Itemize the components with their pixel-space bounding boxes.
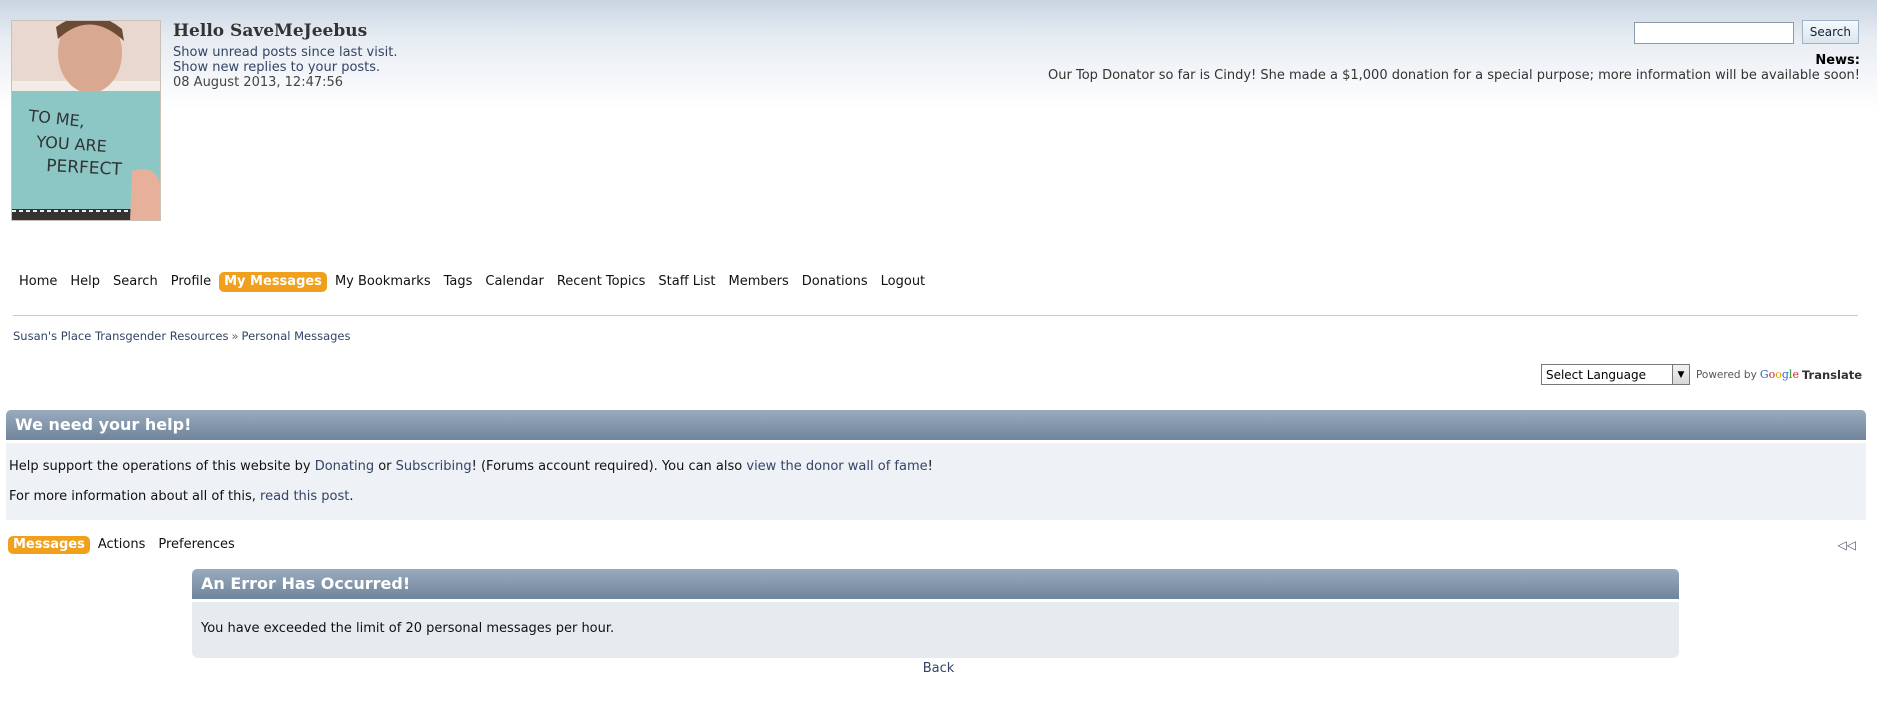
back-link[interactable]: Back: [923, 661, 955, 676]
menu-item-my-messages[interactable]: My Messages: [219, 272, 327, 292]
news-text: Our Top Donator so far is Cindy! She mad…: [1048, 68, 1860, 83]
breadcrumb-current[interactable]: Personal Messages: [242, 329, 351, 343]
pm-tabs: Messages Actions Preferences: [8, 536, 243, 554]
main-menu: Home Help Search Profile My Messages My …: [14, 272, 933, 292]
menu-item-logout[interactable]: Logout: [876, 272, 931, 292]
language-select-value: Select Language: [1545, 367, 1647, 382]
current-datetime: 08 August 2013, 12:47:56: [173, 75, 344, 90]
tab-preferences[interactable]: Preferences: [153, 536, 239, 554]
menu-item-members[interactable]: Members: [724, 272, 794, 292]
menu-item-calendar[interactable]: Calendar: [480, 272, 548, 292]
back-link-row: Back: [0, 661, 1877, 676]
site-header: TO ME, YOU ARE PERFECT Hello SaveMeJeebu…: [0, 0, 1877, 230]
news-title: News:: [1815, 53, 1860, 68]
google-translate: Select Language ▼ Powered by Google Tran…: [1540, 364, 1862, 385]
help-banner-title: We need your help!: [6, 410, 1866, 440]
menu-item-help[interactable]: Help: [65, 272, 105, 292]
svg-text:PERFECT: PERFECT: [46, 156, 123, 180]
dropdown-arrow-icon[interactable]: ▼: [1671, 365, 1689, 384]
menu-item-donations[interactable]: Donations: [797, 272, 873, 292]
menu-item-tags[interactable]: Tags: [439, 272, 478, 292]
greeting: Hello SaveMeJeebus: [173, 21, 368, 41]
menu-item-staff-list[interactable]: Staff List: [653, 272, 720, 292]
unread-posts-link[interactable]: Show unread posts since last visit.: [173, 45, 397, 60]
donor-wall-link[interactable]: view the donor wall of fame: [746, 459, 927, 474]
menu-item-my-bookmarks[interactable]: My Bookmarks: [330, 272, 436, 292]
language-select[interactable]: Select Language ▼: [1540, 364, 1690, 385]
help-line-1: Help support the operations of this webs…: [9, 459, 933, 474]
translate-label: Translate: [1801, 367, 1862, 382]
donating-link[interactable]: Donating: [315, 459, 374, 474]
powered-by-label: Powered by: [1695, 368, 1757, 381]
menu-item-search[interactable]: Search: [108, 272, 163, 292]
error-title: An Error Has Occurred!: [192, 569, 1679, 599]
breadcrumb-home[interactable]: Susan's Place Transgender Resources: [13, 329, 229, 343]
new-replies-link[interactable]: Show new replies to your posts.: [173, 60, 397, 75]
search-input[interactable]: [1633, 22, 1794, 44]
google-logo: Google: [1759, 368, 1799, 381]
menu-item-recent-topics[interactable]: Recent Topics: [552, 272, 651, 292]
error-message: You have exceeded the limit of 20 person…: [192, 602, 1679, 658]
divider: [13, 315, 1858, 316]
collapse-sidebar-icon[interactable]: ◁◁: [1838, 538, 1856, 552]
search-box: Search: [1633, 20, 1859, 44]
help-banner-body: Help support the operations of this webs…: [6, 443, 1866, 520]
user-info: Hello SaveMeJeebus Show unread posts sin…: [173, 21, 397, 90]
search-button[interactable]: Search: [1801, 20, 1859, 44]
tab-actions[interactable]: Actions: [93, 536, 151, 554]
menu-item-profile[interactable]: Profile: [166, 272, 216, 292]
menu-item-home[interactable]: Home: [14, 272, 62, 292]
breadcrumb-separator: »: [231, 329, 239, 343]
avatar-image: TO ME, YOU ARE PERFECT: [12, 21, 160, 220]
tab-messages[interactable]: Messages: [8, 536, 90, 554]
breadcrumb: Susan's Place Transgender Resources» Pers…: [13, 329, 350, 343]
read-post-link[interactable]: read this post: [260, 489, 349, 504]
avatar[interactable]: TO ME, YOU ARE PERFECT: [11, 20, 161, 221]
help-line-2: For more information about all of this, …: [9, 489, 354, 504]
subscribing-link[interactable]: Subscribing: [396, 459, 472, 474]
